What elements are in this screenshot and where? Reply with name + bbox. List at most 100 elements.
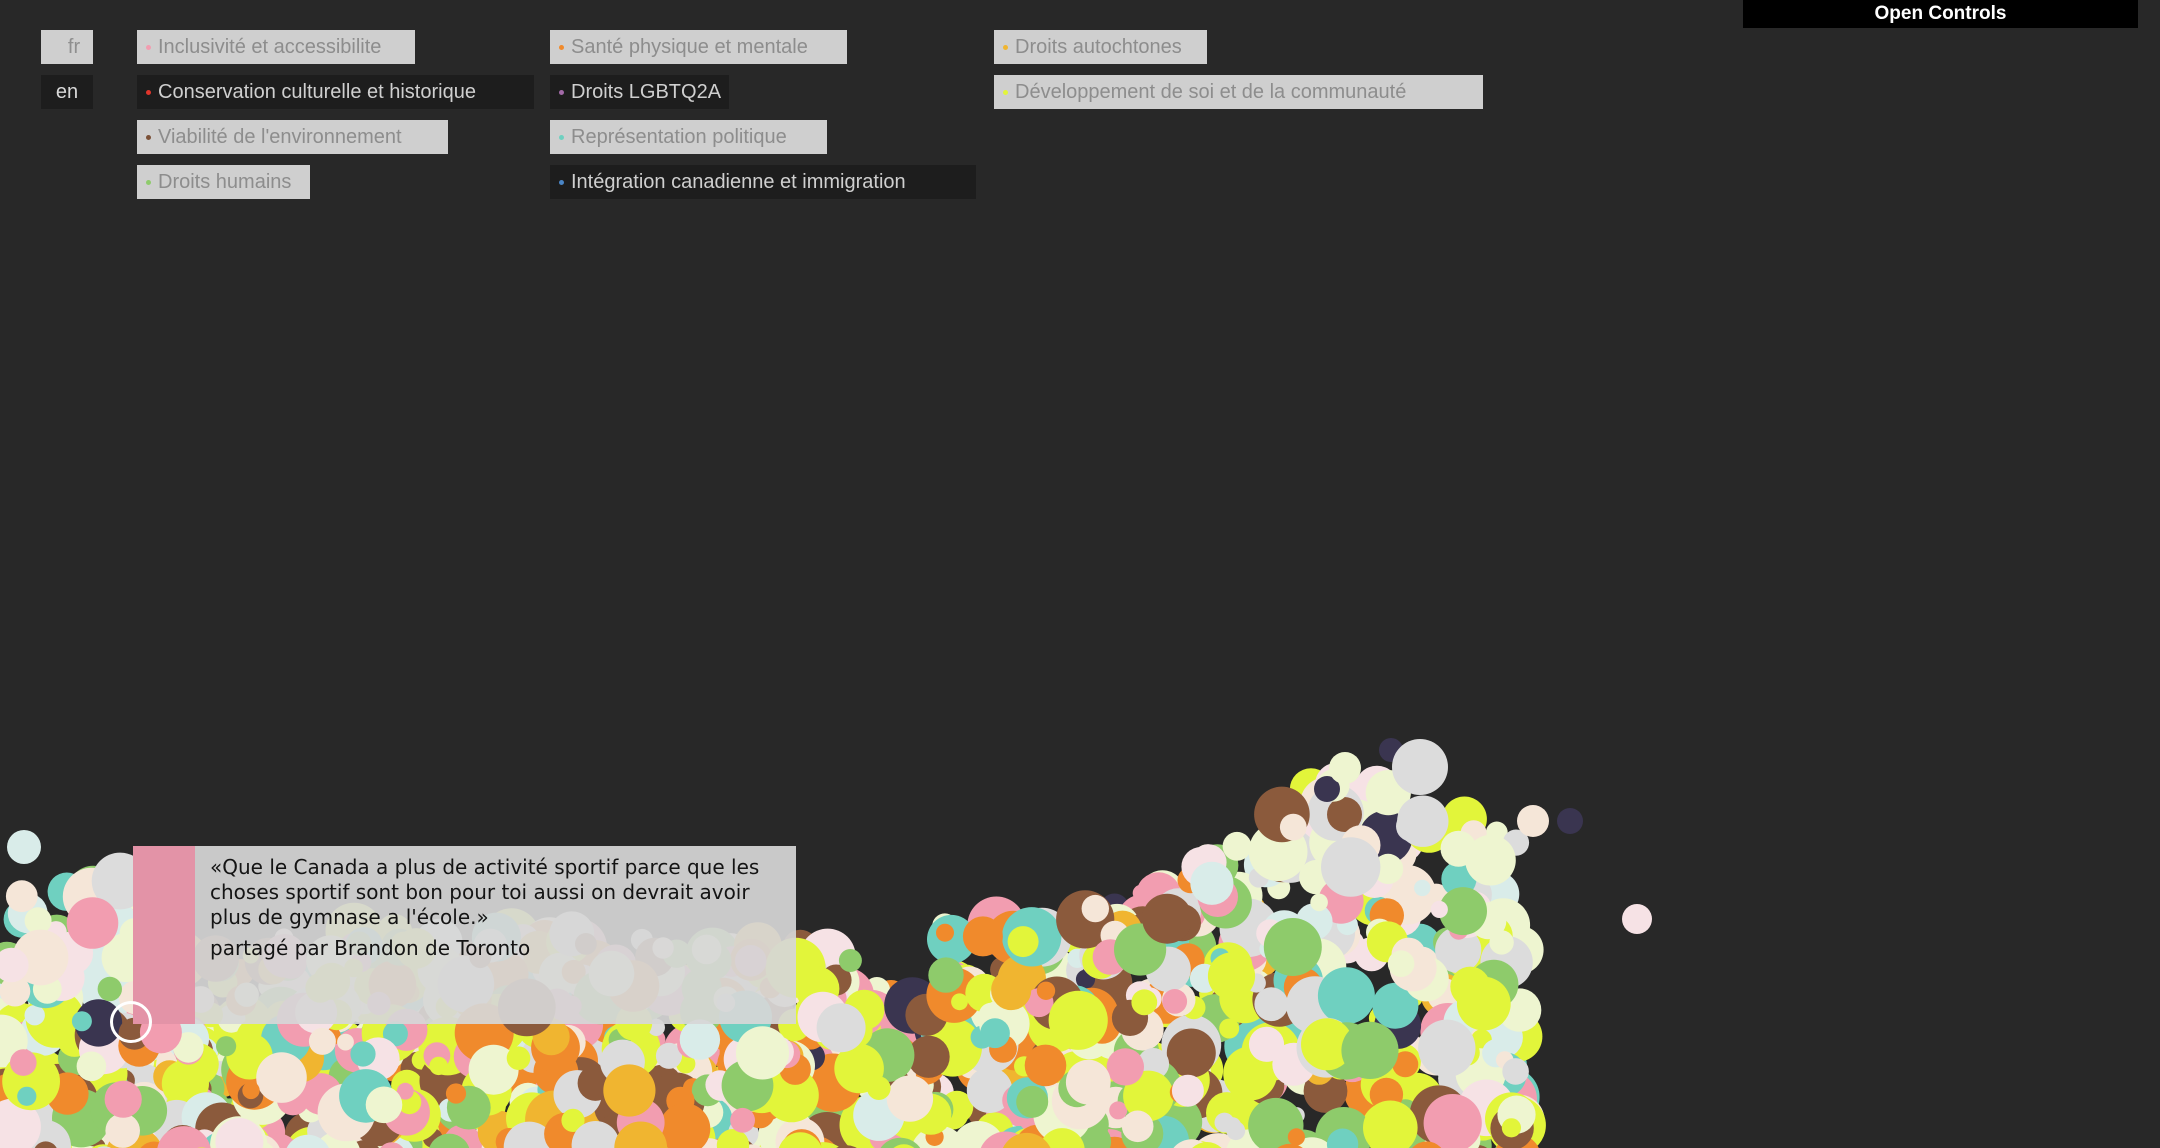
story-bubble[interactable] [97, 976, 123, 1002]
story-bubble[interactable] [1414, 879, 1431, 897]
story-bubble[interactable] [1418, 1019, 1476, 1077]
story-bubble[interactable] [365, 1086, 403, 1124]
story-bubble[interactable] [308, 1027, 336, 1055]
story-bubble[interactable] [991, 969, 1032, 1011]
open-controls-button[interactable]: Open Controls [1743, 0, 2138, 28]
story-bubble[interactable] [1458, 991, 1484, 1018]
story-bubble[interactable] [735, 1026, 790, 1080]
story-bubble[interactable] [1341, 1021, 1399, 1079]
story-bubble[interactable] [104, 1080, 142, 1118]
story-bubble[interactable] [1081, 894, 1110, 923]
story-bubble[interactable] [1287, 1128, 1305, 1146]
story-bubble[interactable] [1321, 837, 1381, 897]
story-bubble[interactable] [1207, 952, 1256, 1000]
story-bubble[interactable] [603, 1064, 656, 1117]
story-bubble[interactable] [1465, 834, 1516, 886]
story-bubble[interactable] [1131, 989, 1158, 1016]
story-bubble[interactable] [429, 1056, 448, 1076]
category-filter-col3-1[interactable]: Droits autochtones [994, 30, 1207, 64]
story-bubble[interactable] [980, 1018, 1010, 1049]
story-bubble[interactable] [17, 1086, 37, 1106]
category-filter-label: Intégration canadienne et immigration [571, 171, 906, 193]
story-bubble[interactable] [445, 1083, 467, 1104]
quote-attribution: partagé par Brandon de Toronto [210, 935, 530, 961]
story-bubble[interactable] [1007, 926, 1039, 958]
story-bubble[interactable] [506, 1046, 531, 1070]
story-bubble[interactable] [1190, 861, 1234, 905]
story-bubble[interactable] [1036, 981, 1056, 1000]
story-bubble[interactable] [838, 949, 862, 972]
category-filter-col1-4[interactable]: Droits humains [137, 165, 310, 199]
category-filter-label: Droits autochtones [1015, 36, 1182, 58]
story-bubble[interactable] [1622, 904, 1652, 934]
category-filter-label: Droits LGBTQ2A [571, 81, 722, 103]
story-bubble[interactable] [1222, 831, 1252, 861]
story-bubble[interactable] [1279, 813, 1307, 841]
story-bubble[interactable] [1254, 987, 1289, 1022]
story-bubble[interactable] [66, 897, 119, 949]
category-filter-label: Inclusivité et accessibilite [158, 36, 382, 58]
story-bubble[interactable] [1248, 1026, 1285, 1062]
category-filter-col2-2[interactable]: Droits LGBTQ2A [550, 75, 729, 109]
language-en-button[interactable]: en [41, 75, 93, 109]
category-filter-col1-2[interactable]: Conservation culturelle et historique [137, 75, 534, 109]
story-bubble[interactable] [1024, 1044, 1067, 1087]
story-bubble[interactable] [1310, 893, 1328, 912]
story-bubble[interactable] [1387, 950, 1415, 977]
story-bubble[interactable] [1263, 918, 1322, 976]
story-bubble[interactable] [928, 957, 964, 993]
story-bubble[interactable] [1392, 739, 1448, 795]
story-bubble[interactable] [867, 1076, 891, 1100]
story-bubble[interactable] [216, 1036, 237, 1057]
story-bubble[interactable] [5, 880, 38, 913]
story-bubble[interactable] [105, 1113, 140, 1148]
story-bubble[interactable] [1048, 990, 1108, 1050]
story-bubble[interactable] [1397, 795, 1449, 847]
story-bubble[interactable] [1517, 805, 1549, 837]
story-bubble[interactable] [1162, 989, 1188, 1014]
story-bubble[interactable] [679, 1019, 721, 1060]
category-color-dot [559, 135, 564, 140]
story-bubble[interactable] [256, 1052, 307, 1103]
story-bubble[interactable] [242, 1081, 260, 1100]
story-bubble[interactable] [1142, 893, 1193, 944]
story-bubble[interactable] [7, 830, 41, 864]
category-filter-col2-4[interactable]: Intégration canadienne et immigration [550, 165, 976, 199]
category-filter-col3-2[interactable]: Développement de soi et de la communauté [994, 75, 1483, 109]
category-filter-col2-3[interactable]: Représentation politique [550, 120, 827, 154]
category-color-dot [559, 180, 564, 185]
category-filter-label: Développement de soi et de la communauté [1015, 81, 1407, 103]
category-filter-col2-1[interactable]: Santé physique et mentale [550, 30, 847, 64]
story-bubble[interactable] [951, 993, 968, 1011]
story-bubble[interactable] [1430, 900, 1448, 919]
story-bubble[interactable] [730, 1107, 755, 1133]
category-color-dot [146, 90, 151, 95]
story-bubble[interactable] [1171, 1074, 1204, 1107]
story-bubble[interactable] [1501, 1118, 1521, 1138]
story-bubble[interactable] [816, 1003, 866, 1053]
story-bubble[interactable] [24, 1005, 45, 1026]
story-bubble[interactable] [1317, 967, 1375, 1025]
story-bubble[interactable] [71, 1011, 92, 1032]
story-bubble[interactable] [337, 1033, 354, 1051]
category-filter-col1-3[interactable]: Viabilité de l'environnement [137, 120, 448, 154]
story-bubble[interactable] [76, 1051, 107, 1082]
story-bubble[interactable] [1557, 808, 1583, 834]
story-bubble[interactable] [962, 916, 1003, 957]
category-filter-col1-1[interactable]: Inclusivité et accessibilite [137, 30, 415, 64]
story-bubble[interactable] [350, 1041, 376, 1067]
story-bubble[interactable] [1329, 752, 1361, 784]
selected-bubble-ring[interactable] [110, 1001, 152, 1043]
story-bubble[interactable] [9, 1049, 37, 1076]
story-bubble[interactable] [1219, 1018, 1240, 1039]
category-color-dot [1003, 90, 1008, 95]
story-bubble[interactable] [1214, 1112, 1235, 1133]
story-bubble[interactable] [1121, 1110, 1154, 1143]
story-bubble[interactable] [936, 923, 954, 942]
story-bubble[interactable] [1016, 1085, 1049, 1118]
story-bubble[interactable] [1502, 1058, 1529, 1085]
story-bubble[interactable] [1106, 1048, 1145, 1086]
story-bubble[interactable] [886, 1075, 934, 1122]
story-bubble[interactable] [1065, 1059, 1111, 1105]
language-fr-button[interactable]: fr [41, 30, 93, 64]
